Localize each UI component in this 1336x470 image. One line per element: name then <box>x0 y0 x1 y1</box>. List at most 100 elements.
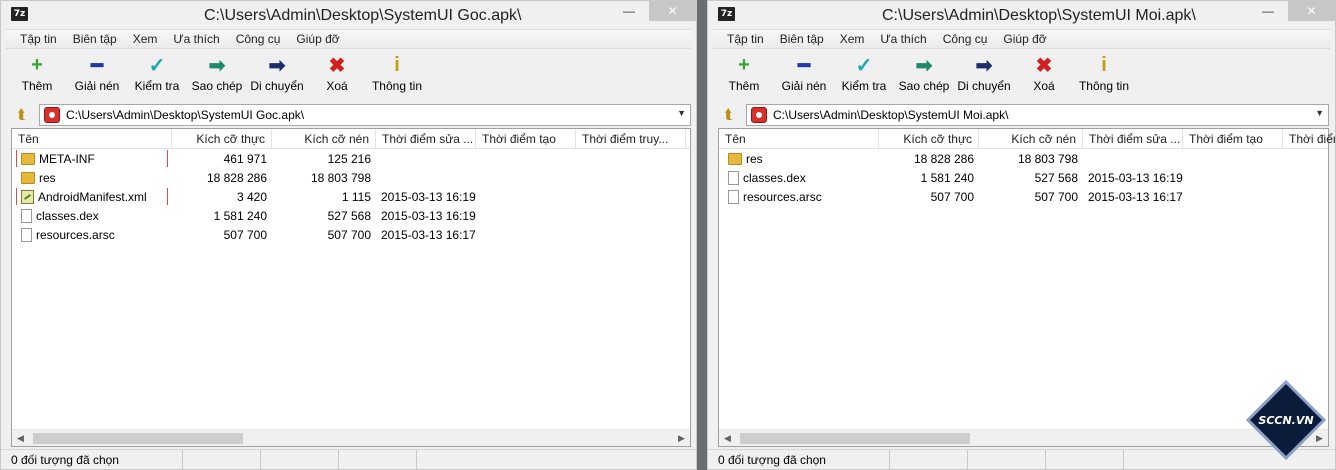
menu-view[interactable]: Xem <box>832 32 873 46</box>
apk-archive-icon <box>44 106 60 123</box>
move-arrow-icon: ➡ <box>268 54 286 77</box>
sccn-watermark-logo: SCCN.VN <box>1246 380 1326 460</box>
file-size: 461 971 <box>223 151 267 166</box>
menu-file[interactable]: Tập tin <box>12 32 65 46</box>
file-modified: 2015-03-13 16:19 <box>381 208 476 223</box>
toolbar-label: Giải nén <box>781 79 827 93</box>
file-row[interactable]: classes.dex 1 581 240 527 568 2015-03-13 16… <box>12 206 690 225</box>
menu-tools[interactable]: Công cụ <box>228 32 289 46</box>
toolbar-button-copy-arrow[interactable]: ➡ Sao chép <box>189 53 245 99</box>
menu-favorites[interactable]: Ưa thích <box>872 32 934 46</box>
toolbar-button-delete-x[interactable]: ✖ Xoá <box>1016 53 1072 99</box>
menu-file[interactable]: Tập tin <box>719 32 772 46</box>
column-header[interactable]: Thời điểm sửa ... <box>1083 129 1183 148</box>
toolbar-button-check[interactable]: ✓ Kiểm tra <box>836 53 892 99</box>
toolbar: + Thêm ━ Giải nén ✓ Kiểm tra ➡ Sao chép ➡ Di chuy… <box>1 49 696 99</box>
path-combobox[interactable]: C:\Users\Admin\Desktop\SystemUI Goc.apk\… <box>39 103 691 126</box>
file-modified: 2015-03-13 16:19 <box>1088 170 1183 185</box>
file-row[interactable]: res 18 828 286 18 803 798 <box>12 168 690 187</box>
column-header[interactable]: Thời điểm truy... <box>576 129 686 148</box>
file-row[interactable]: AndroidManifest.xml 3 420 1 115 2015-03-13 … <box>12 187 690 206</box>
toolbar-button-move-arrow[interactable]: ➡ Di chuyển <box>249 53 305 99</box>
file-icon <box>21 208 32 223</box>
file-icon <box>728 189 739 204</box>
file-name: META-INF <box>39 151 95 166</box>
toolbar-button-plus[interactable]: + Thêm <box>716 53 772 99</box>
watermark-text: SCCN.VN <box>1258 414 1313 427</box>
scroll-left-icon[interactable]: ◀ <box>719 433 736 444</box>
file-name-cell: resources.arsc <box>17 226 167 243</box>
file-size: 3 420 <box>236 189 267 204</box>
toolbar-button-check[interactable]: ✓ Kiểm tra <box>129 53 185 99</box>
toolbar: + Thêm ━ Giải nén ✓ Kiểm tra ➡ Sao chép ➡ Di chuy… <box>708 49 1335 99</box>
minus-icon: ━ <box>797 54 811 77</box>
menu-tools[interactable]: Công cụ <box>935 32 996 46</box>
title-bar[interactable]: 7z C:\Users\Admin\Desktop\SystemUI Moi.a… <box>708 1 1335 29</box>
check-icon: ✓ <box>855 54 873 77</box>
column-header[interactable]: Kích cỡ thực <box>172 129 272 148</box>
file-name: res <box>746 151 763 166</box>
file-name: res <box>39 170 56 185</box>
move-arrow-icon: ➡ <box>975 54 993 77</box>
minimize-button[interactable]: — <box>609 1 649 21</box>
menu-edit[interactable]: Biên tập <box>65 32 125 46</box>
menu-help[interactable]: Giúp đỡ <box>995 32 1054 46</box>
column-header[interactable]: Kích cỡ thực <box>879 129 979 148</box>
menu-bar: Tập tin Biên tập Xem Ưa thích Công cụ Gi… <box>6 29 691 49</box>
chevron-down-icon[interactable]: ▼ <box>677 108 686 118</box>
close-button[interactable]: ✕ <box>649 1 696 21</box>
toolbar-button-delete-x[interactable]: ✖ Xoá <box>309 53 365 99</box>
file-name: resources.arsc <box>36 227 115 242</box>
minimize-button[interactable]: — <box>1248 1 1288 21</box>
folder-up-icon[interactable]: ⮬ <box>718 104 740 126</box>
toolbar-button-copy-arrow[interactable]: ➡ Sao chép <box>896 53 952 99</box>
column-header[interactable]: Thời điểm truy... <box>1283 129 1335 148</box>
menu-edit[interactable]: Biên tập <box>772 32 832 46</box>
address-bar: ⮬ C:\Users\Admin\Desktop\SystemUI Moi.ap… <box>718 103 1329 126</box>
menu-help[interactable]: Giúp đỡ <box>288 32 347 46</box>
toolbar-button-info[interactable]: i Thông tin <box>1076 53 1132 99</box>
plus-icon: + <box>738 53 750 76</box>
file-row[interactable]: res 18 828 286 18 803 798 <box>719 149 1328 168</box>
file-row[interactable]: resources.arsc 507 700 507 700 2015-03-13 1… <box>12 225 690 244</box>
file-size: 18 828 286 <box>206 170 267 185</box>
column-header[interactable]: Kích cỡ nén <box>979 129 1083 148</box>
horizontal-scrollbar[interactable]: ◀ ▶ <box>719 429 1328 446</box>
status-cell <box>1046 450 1124 469</box>
horizontal-scrollbar[interactable]: ◀ ▶ <box>12 429 690 446</box>
toolbar-button-minus[interactable]: ━ Giải nén <box>776 53 832 99</box>
column-header[interactable]: Tên <box>12 129 172 148</box>
file-packed: 18 803 798 <box>1017 151 1078 166</box>
column-header[interactable]: Kích cỡ nén <box>272 129 376 148</box>
folder-up-icon[interactable]: ⮬ <box>11 104 33 126</box>
chevron-down-icon[interactable]: ▼ <box>1315 108 1324 118</box>
file-name: classes.dex <box>743 170 806 185</box>
toolbar-button-move-arrow[interactable]: ➡ Di chuyển <box>956 53 1012 99</box>
file-row[interactable]: classes.dex 1 581 240 527 568 2015-03-13 16… <box>719 168 1328 187</box>
scroll-right-icon[interactable]: ▶ <box>673 433 690 444</box>
toolbar-button-minus[interactable]: ━ Giải nén <box>69 53 125 99</box>
toolbar-label: Giải nén <box>74 79 120 93</box>
toolbar-label: Thông tin <box>371 79 423 93</box>
menu-favorites[interactable]: Ưa thích <box>165 32 227 46</box>
toolbar-label: Xoá <box>1033 79 1055 93</box>
scroll-thumb[interactable] <box>33 432 243 444</box>
menu-view[interactable]: Xem <box>125 32 166 46</box>
close-button[interactable]: ✕ <box>1288 1 1335 21</box>
apk-archive-icon <box>751 106 767 123</box>
column-header[interactable]: Thời điểm tạo <box>1183 129 1283 148</box>
column-header[interactable]: Thời điểm sửa ... <box>376 129 476 148</box>
title-bar[interactable]: 7z C:\Users\Admin\Desktop\SystemUI Goc.a… <box>1 1 696 29</box>
file-row[interactable]: META-INF 461 971 125 216 <box>12 149 690 168</box>
file-icon <box>728 170 739 185</box>
path-combobox[interactable]: C:\Users\Admin\Desktop\SystemUI Moi.apk\… <box>746 103 1329 126</box>
file-icon <box>21 227 32 242</box>
column-header[interactable]: Tên <box>719 129 879 148</box>
column-header[interactable]: Thời điểm tạo <box>476 129 576 148</box>
scroll-thumb[interactable] <box>740 432 970 444</box>
toolbar-button-plus[interactable]: + Thêm <box>9 53 65 99</box>
toolbar-button-info[interactable]: i Thông tin <box>369 53 425 99</box>
file-row[interactable]: resources.arsc 507 700 507 700 2015-03-13 1… <box>719 187 1328 206</box>
file-packed: 125 216 <box>327 151 371 166</box>
scroll-left-icon[interactable]: ◀ <box>12 433 29 444</box>
